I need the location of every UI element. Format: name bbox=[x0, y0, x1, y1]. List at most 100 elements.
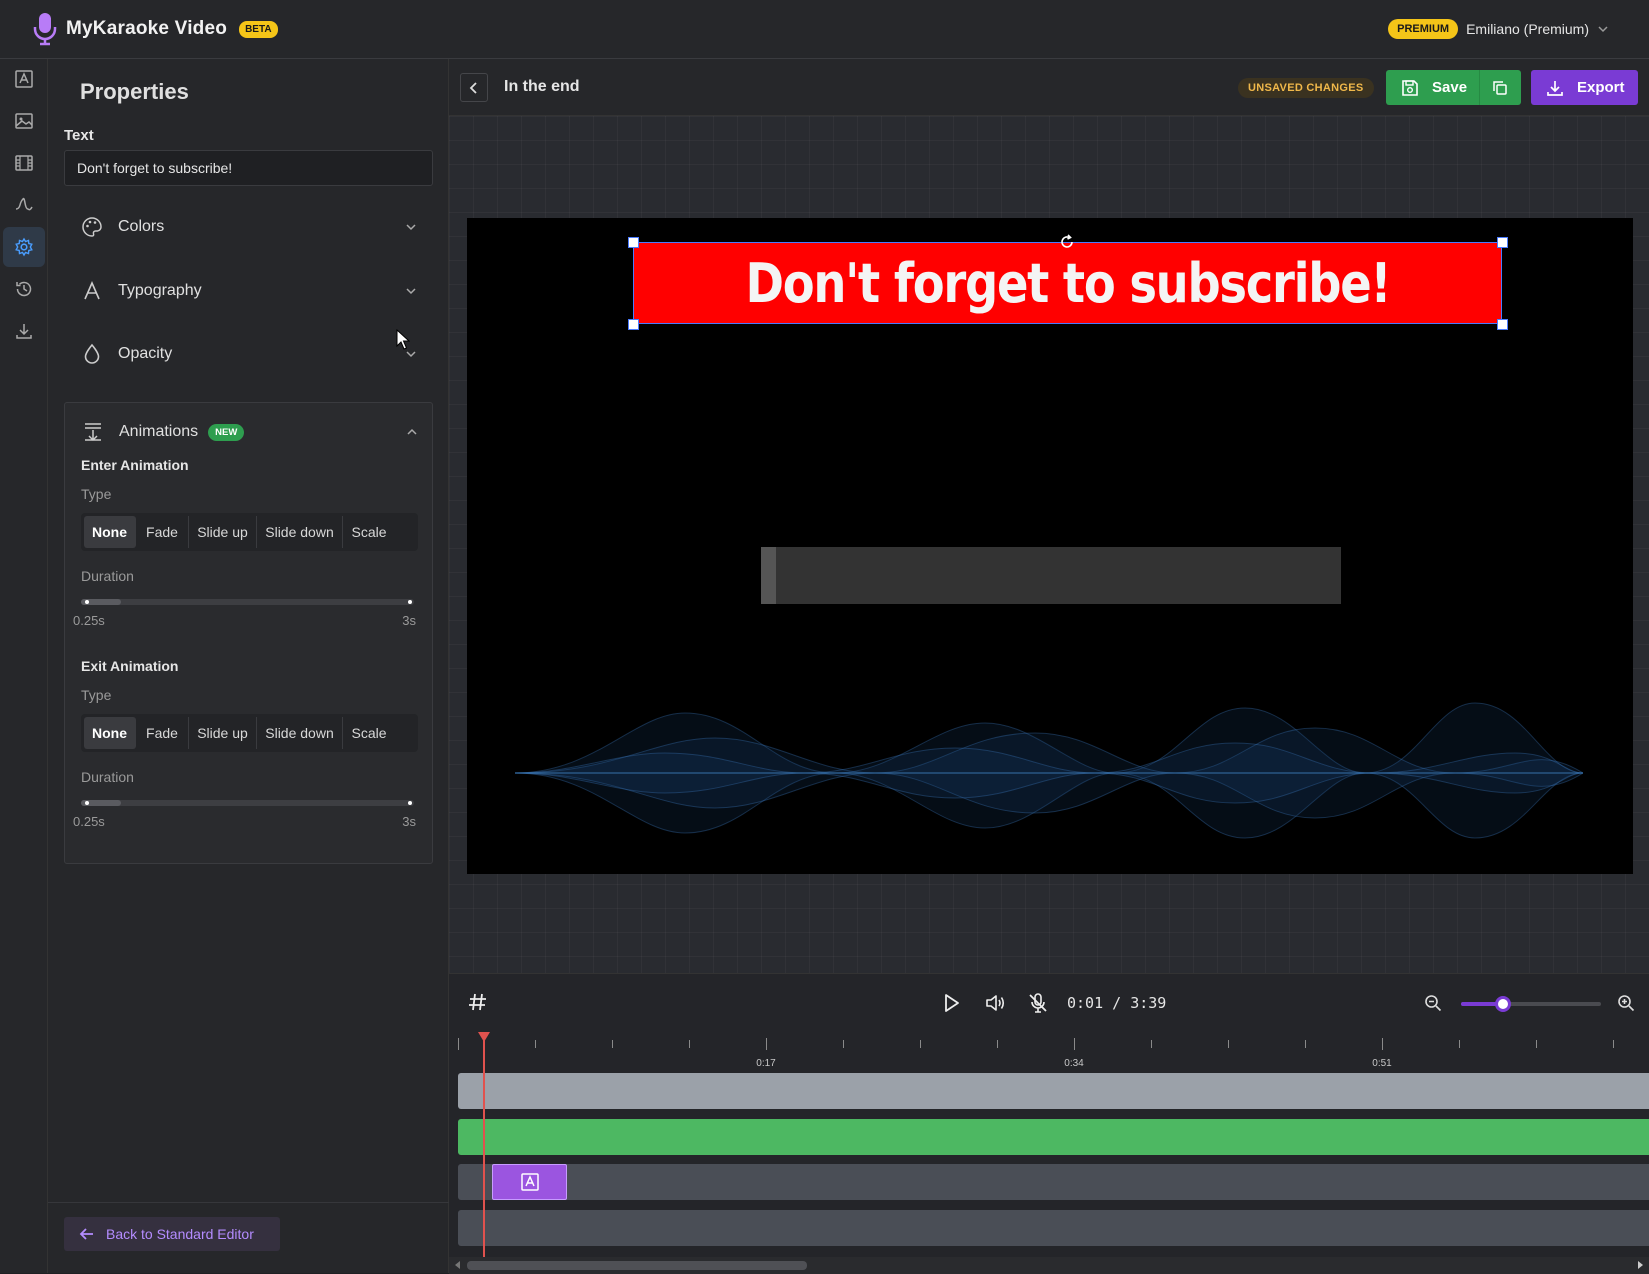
text-field[interactable] bbox=[64, 150, 433, 186]
rail-download-button[interactable] bbox=[3, 311, 45, 351]
enter-option-none[interactable]: None bbox=[84, 516, 136, 548]
scrollbar-thumb[interactable] bbox=[467, 1261, 807, 1270]
scroll-right-arrow[interactable] bbox=[1638, 1261, 1643, 1269]
project-title: In the end bbox=[504, 78, 580, 95]
zoom-in-icon[interactable] bbox=[1616, 993, 1636, 1013]
film-icon bbox=[15, 155, 33, 171]
enter-option-scale[interactable]: Scale bbox=[343, 516, 395, 548]
save-divider bbox=[1479, 70, 1480, 105]
timeline-scrollbar[interactable] bbox=[449, 1257, 1649, 1274]
enter-type-selector: None Fade Slide up Slide down Scale bbox=[81, 513, 418, 551]
track-background[interactable] bbox=[458, 1073, 1649, 1109]
exit-duration-label: Duration bbox=[81, 769, 134, 785]
scroll-left-arrow[interactable] bbox=[455, 1261, 460, 1269]
audio-waveform bbox=[515, 702, 1583, 839]
premium-badge: PREMIUM bbox=[1388, 19, 1459, 39]
lyric-progress-bar bbox=[761, 547, 1341, 604]
enter-duration-slider[interactable] bbox=[81, 599, 414, 605]
ruler-tick bbox=[1459, 1040, 1460, 1048]
copy-icon[interactable] bbox=[1491, 79, 1509, 97]
enter-duration-min-handle[interactable] bbox=[85, 600, 89, 604]
export-button[interactable]: Export bbox=[1531, 70, 1638, 105]
video-stage[interactable]: Don't forget to subscribe! bbox=[467, 218, 1633, 874]
subscribe-text-element[interactable]: Don't forget to subscribe! bbox=[633, 242, 1502, 324]
rail-text-button[interactable] bbox=[3, 59, 45, 99]
rail-settings-button[interactable] bbox=[3, 227, 45, 267]
zoom-slider[interactable] bbox=[1461, 996, 1601, 1012]
icon-rail bbox=[0, 59, 48, 1273]
exit-option-slide-down[interactable]: Slide down bbox=[257, 717, 343, 749]
timeline-controls: 0:01 / 3:39 bbox=[449, 974, 1649, 1031]
track-audio[interactable] bbox=[458, 1119, 1649, 1155]
grid-toggle-icon[interactable] bbox=[467, 991, 489, 1013]
resize-handle-bottom-left[interactable] bbox=[628, 319, 639, 330]
enter-duration-max: 3s bbox=[402, 613, 416, 628]
timeline-ruler[interactable]: 0:17 0:34 0:51 bbox=[458, 1032, 1649, 1072]
colors-section-header[interactable]: Colors bbox=[64, 198, 433, 256]
user-menu[interactable]: PREMIUM Emiliano (Premium) bbox=[1388, 19, 1609, 39]
download-icon bbox=[16, 324, 32, 339]
exit-duration-max: 3s bbox=[402, 814, 416, 829]
lyric-progress-fill bbox=[761, 547, 776, 604]
colors-label: Colors bbox=[118, 218, 165, 235]
zoom-out-icon[interactable] bbox=[1423, 993, 1443, 1013]
text-icon bbox=[15, 70, 33, 88]
ruler-label: 0:17 bbox=[756, 1058, 776, 1069]
waveform-icon bbox=[15, 197, 33, 211]
rail-video-button[interactable] bbox=[3, 143, 45, 183]
track-empty[interactable] bbox=[458, 1210, 1649, 1246]
save-button[interactable]: Save bbox=[1386, 70, 1521, 105]
enter-duration-max-handle[interactable] bbox=[408, 600, 412, 604]
text-label: Text bbox=[64, 127, 94, 144]
exit-duration-min-handle[interactable] bbox=[85, 801, 89, 805]
panel-title: Properties bbox=[80, 79, 189, 104]
enter-option-slide-down[interactable]: Slide down bbox=[257, 516, 343, 548]
resize-handle-top-left[interactable] bbox=[628, 237, 639, 248]
exit-option-fade[interactable]: Fade bbox=[136, 717, 189, 749]
zoom-slider-knob[interactable] bbox=[1495, 996, 1511, 1012]
rotate-icon[interactable] bbox=[1057, 232, 1077, 252]
save-icon bbox=[1402, 79, 1418, 96]
enter-option-slide-up[interactable]: Slide up bbox=[189, 516, 257, 548]
back-button[interactable] bbox=[460, 73, 488, 102]
enter-type-label: Type bbox=[81, 486, 112, 502]
track-text[interactable] bbox=[458, 1164, 1649, 1200]
resize-handle-top-right[interactable] bbox=[1497, 237, 1508, 248]
exit-duration-min: 0.25s bbox=[73, 814, 105, 829]
exit-duration-slider[interactable] bbox=[81, 800, 414, 806]
back-to-standard-editor-button[interactable]: Back to Standard Editor bbox=[64, 1217, 280, 1251]
image-icon bbox=[15, 113, 33, 129]
download-icon bbox=[1547, 80, 1563, 96]
text-clip[interactable] bbox=[492, 1164, 567, 1200]
rail-image-button[interactable] bbox=[3, 101, 45, 141]
banner-text: Don't forget to subscribe! bbox=[745, 251, 1391, 315]
play-icon[interactable] bbox=[940, 992, 962, 1014]
typography-section-header[interactable]: Typography bbox=[64, 262, 433, 320]
exit-duration-max-handle[interactable] bbox=[408, 801, 412, 805]
save-label: Save bbox=[1432, 79, 1468, 96]
rail-history-button[interactable] bbox=[3, 269, 45, 309]
exit-type-selector: None Fade Slide up Slide down Scale bbox=[81, 714, 418, 752]
exit-option-none[interactable]: None bbox=[84, 717, 136, 749]
exit-option-slide-up[interactable]: Slide up bbox=[189, 717, 257, 749]
editor-header: In the end UNSAVED CHANGES Save Export bbox=[449, 59, 1649, 116]
exit-option-scale[interactable]: Scale bbox=[343, 717, 395, 749]
ruler-tick bbox=[1305, 1040, 1306, 1048]
ruler-tick bbox=[1613, 1040, 1614, 1048]
ruler-tick bbox=[920, 1040, 921, 1048]
enter-option-fade[interactable]: Fade bbox=[136, 516, 189, 548]
beta-badge: BETA bbox=[239, 20, 278, 38]
rail-audio-button[interactable] bbox=[3, 185, 45, 225]
typography-icon bbox=[84, 281, 100, 300]
microphone-off-icon[interactable] bbox=[1027, 992, 1049, 1014]
timeline-panel: 0:01 / 3:39 0:17 0:34 0:51 bbox=[449, 973, 1649, 1274]
chevron-down-icon bbox=[1598, 26, 1608, 33]
resize-handle-bottom-right[interactable] bbox=[1497, 319, 1508, 330]
brand[interactable]: MyKaraoke Video BETA bbox=[32, 12, 278, 46]
opacity-label: Opacity bbox=[118, 345, 173, 362]
volume-icon[interactable] bbox=[984, 992, 1006, 1014]
opacity-section-header[interactable]: Opacity bbox=[64, 325, 433, 383]
ruler-tick bbox=[689, 1040, 690, 1048]
animations-section-header[interactable]: Animations NEW bbox=[65, 403, 434, 461]
ruler-label: 0:51 bbox=[1372, 1058, 1392, 1069]
